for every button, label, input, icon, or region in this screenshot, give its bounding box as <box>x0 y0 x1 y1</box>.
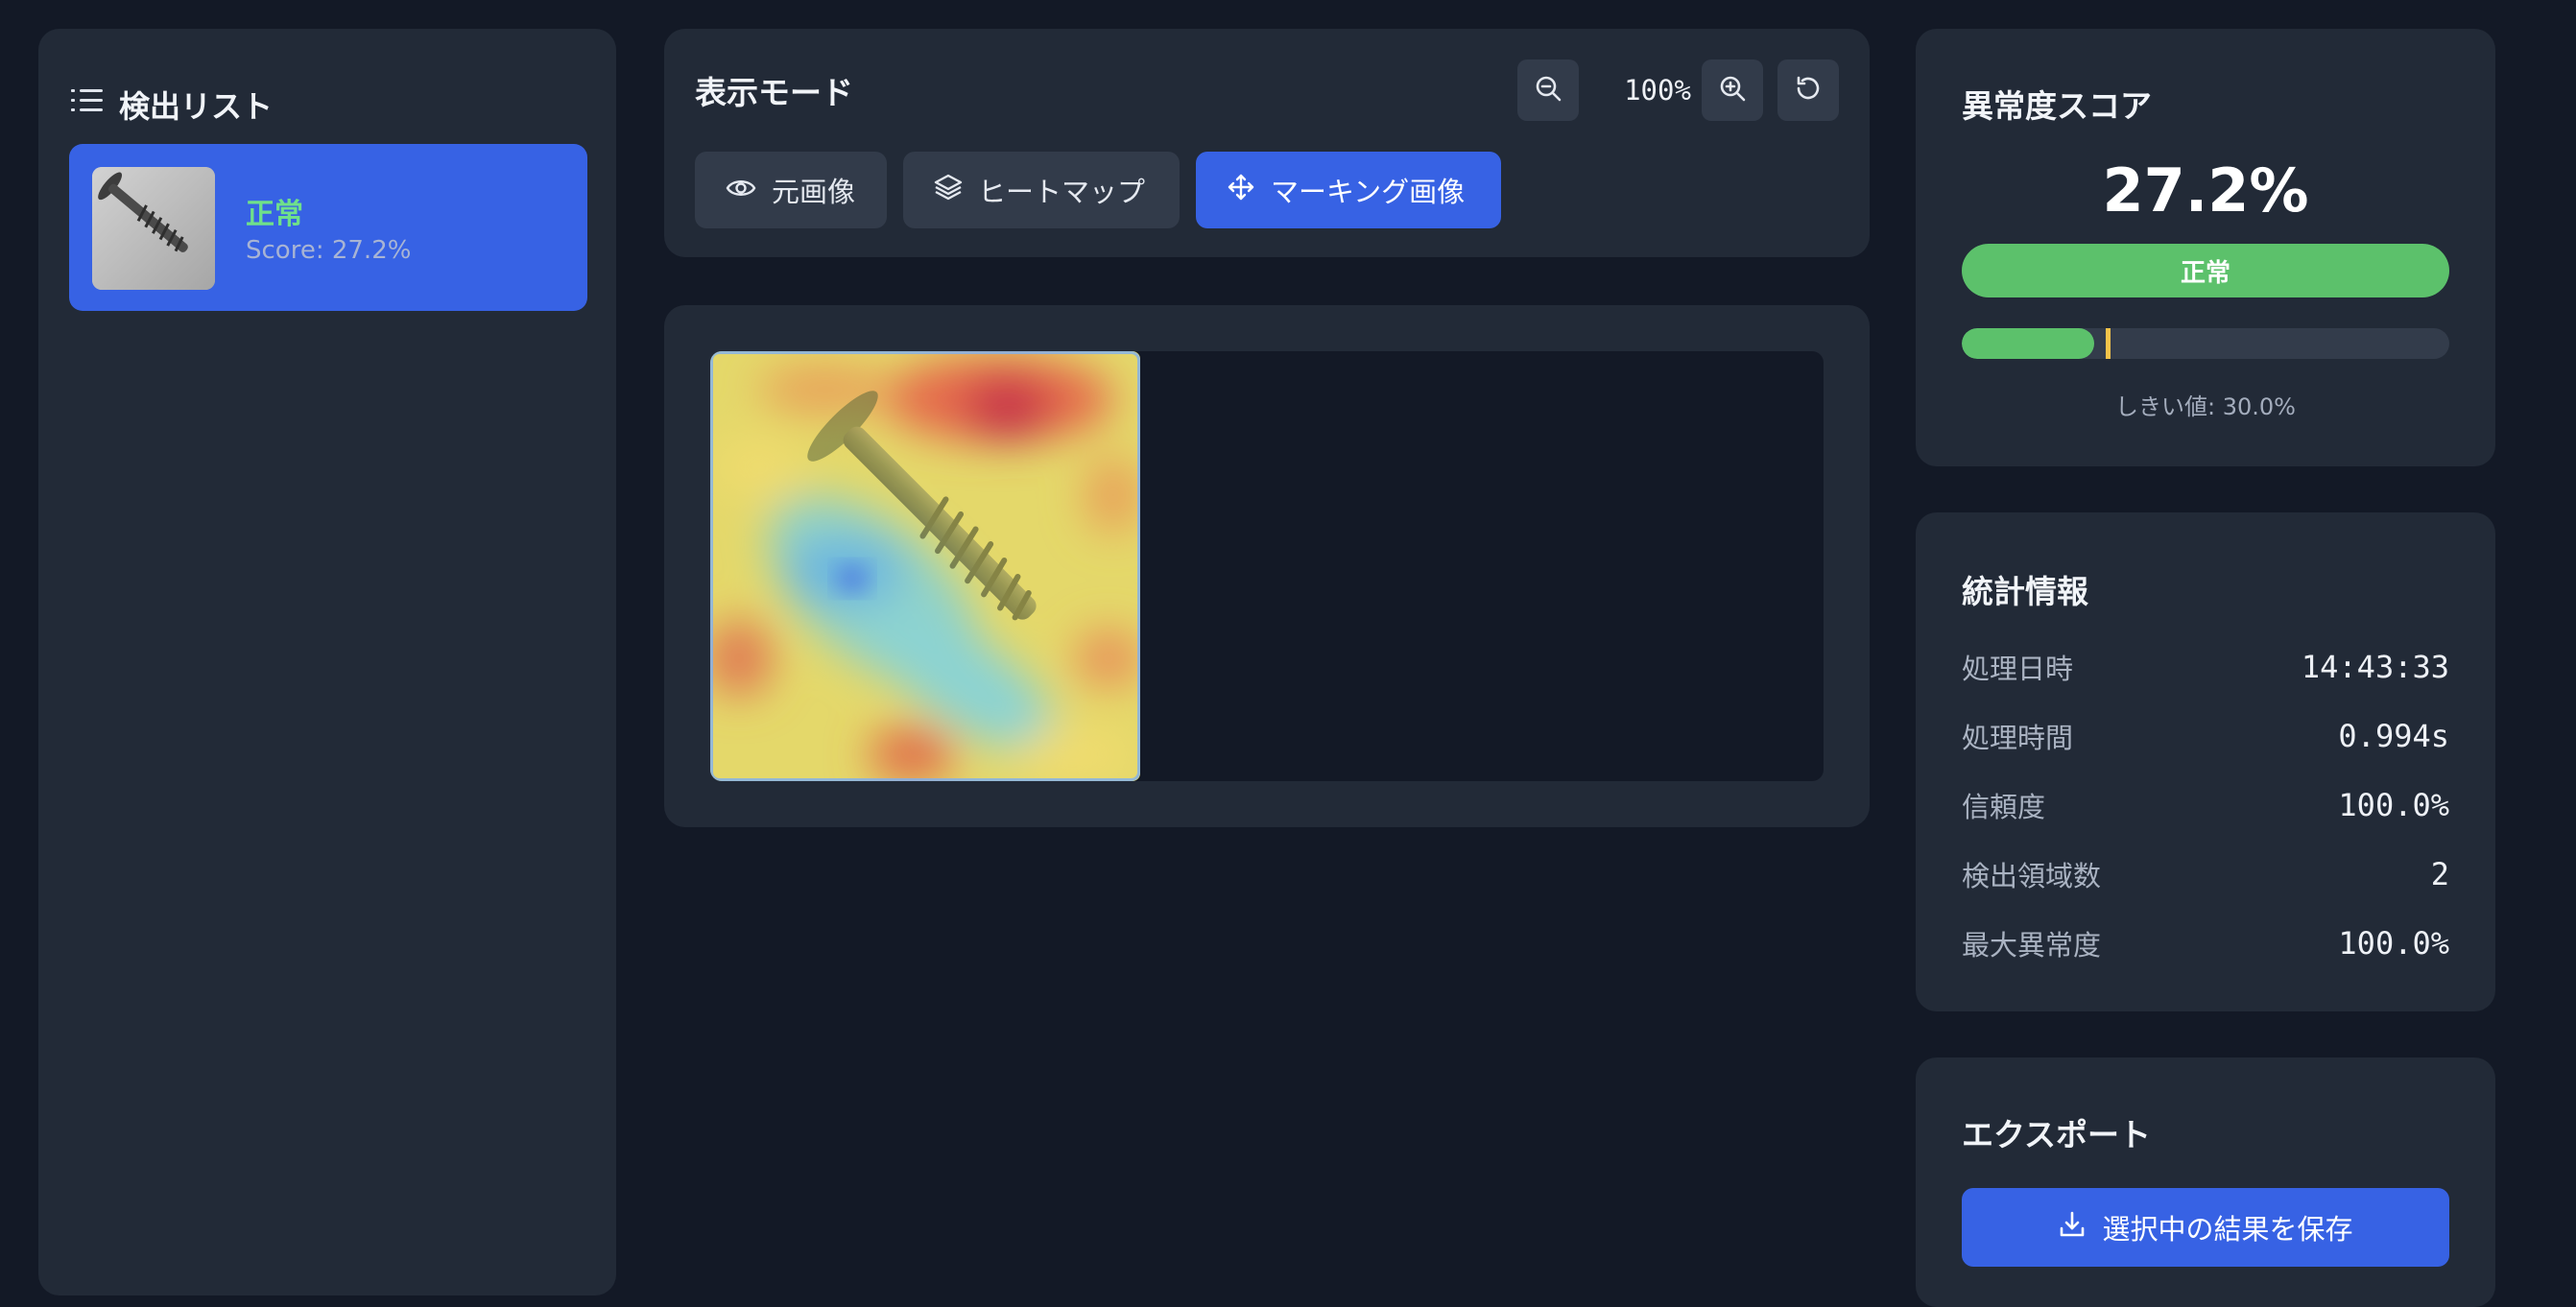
stat-label: 最大異常度 <box>1962 929 2102 962</box>
mode-marking-button[interactable]: マーキング画像 <box>1196 152 1501 228</box>
zoom-out-icon <box>1534 74 1562 107</box>
anomaly-score-panel: 異常度スコア 27.2% 正常 しきい値: 30.0% <box>1916 29 2495 466</box>
list-item-status: 正常 <box>246 198 303 231</box>
view-mode-panel: 表示モード 100% 元画像 ヒートマップ マーキング画像 <box>664 29 1870 257</box>
stat-row-max-anomaly: 最大異常度 100.0% <box>1962 919 2449 967</box>
zoom-out-button[interactable] <box>1517 59 1579 121</box>
stat-label: 検出領域数 <box>1962 860 2102 892</box>
marking-image <box>710 351 1140 781</box>
mode-heatmap-button[interactable]: ヒートマップ <box>903 152 1180 228</box>
save-selected-label: 選択中の結果を保存 <box>2102 1213 2353 1246</box>
image-viewport[interactable] <box>710 351 1824 781</box>
stat-value: 0.994s <box>2338 718 2449 754</box>
export-panel: エクスポート 選択中の結果を保存 <box>1916 1057 2495 1307</box>
stat-value: 100.0% <box>2338 925 2449 962</box>
threshold-label: しきい値: 30.0% <box>2115 393 2296 420</box>
image-viewer-panel <box>664 305 1870 827</box>
mode-original-button[interactable]: 元画像 <box>695 152 887 228</box>
mode-heatmap-label: ヒートマップ <box>978 176 1146 208</box>
stat-row-region-count: 検出領域数 2 <box>1962 850 2449 898</box>
stat-value: 100.0% <box>2338 787 2449 823</box>
zoom-in-icon <box>1718 74 1747 107</box>
list-item[interactable]: 正常 Score: 27.2% <box>69 144 587 311</box>
statistics-panel: 統計情報 処理日時 14:43:33 処理時間 0.994s 信頼度 100.0… <box>1916 512 2495 1011</box>
list-item-score: Score: 27.2% <box>246 236 412 265</box>
stat-label: 処理日時 <box>1962 653 2074 685</box>
download-icon <box>2058 1210 2087 1246</box>
screw-thumbnail <box>92 167 215 290</box>
eye-icon <box>726 174 756 206</box>
status-badge: 正常 <box>1962 244 2449 297</box>
stat-value: 14:43:33 <box>2301 649 2449 685</box>
stat-label: 信頼度 <box>1962 791 2046 823</box>
view-mode-title: 表示モード <box>695 74 853 111</box>
detection-list-panel: 検出リスト 正常 Score: 27.2% <box>38 29 616 1295</box>
stat-row-processed-at: 処理日時 14:43:33 <box>1962 643 2449 691</box>
stat-value: 2 <box>2430 856 2449 892</box>
score-bar <box>1962 328 2449 359</box>
stat-row-processing-time: 処理時間 0.994s <box>1962 712 2449 760</box>
detection-list-title: 検出リスト <box>119 88 274 125</box>
move-icon <box>1227 173 1255 208</box>
reset-zoom-button[interactable] <box>1777 59 1839 121</box>
stat-row-confidence: 信頼度 100.0% <box>1962 781 2449 829</box>
zoom-in-button[interactable] <box>1702 59 1763 121</box>
layers-icon <box>934 173 963 208</box>
statistics-title: 統計情報 <box>1962 573 2088 610</box>
mode-marking-label: マーキング画像 <box>1271 176 1466 208</box>
reset-icon <box>1794 74 1823 107</box>
stat-label: 処理時間 <box>1962 722 2074 754</box>
export-title: エクスポート <box>1962 1116 2152 1153</box>
threshold-marker <box>2106 328 2111 359</box>
score-bar-fill <box>1962 328 2095 359</box>
zoom-level: 100% <box>1624 74 1691 107</box>
anomaly-score-title: 異常度スコア <box>1962 87 2152 125</box>
list-icon <box>71 86 104 123</box>
detection-list-header: 検出リスト <box>71 83 273 127</box>
anomaly-score-value: 27.2% <box>2102 155 2309 226</box>
save-selected-button[interactable]: 選択中の結果を保存 <box>1962 1188 2449 1267</box>
mode-original-label: 元画像 <box>772 176 856 208</box>
